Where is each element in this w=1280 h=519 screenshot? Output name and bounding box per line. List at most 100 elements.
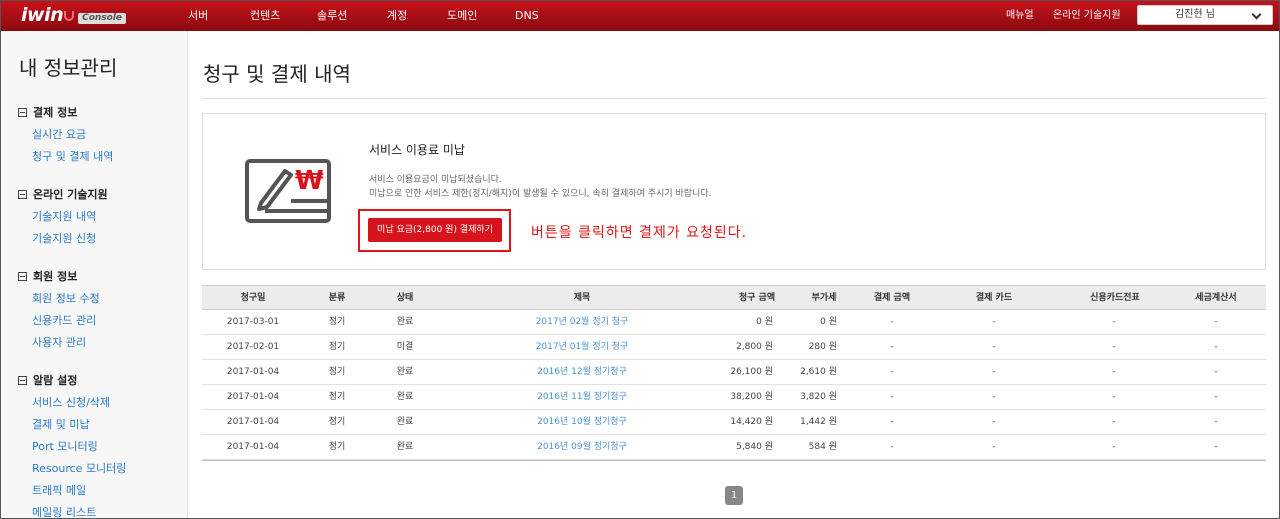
sidebar-item-service-request[interactable]: 서비스 신청/삭제: [32, 394, 110, 410]
cell-billing-amount: 0 원: [756, 317, 773, 327]
cell-card-receipt: -: [1112, 367, 1116, 377]
nav-dns[interactable]: DNS: [515, 1, 539, 31]
cell-subject-link[interactable]: 2016년 11월 정기청구: [522, 385, 642, 409]
cell-status: 완료: [396, 442, 414, 452]
annotation-text: 버튼을 클릭하면 결제가 요청된다.: [531, 225, 748, 241]
col-status: 상태: [396, 293, 414, 303]
top-navigation-bar: iwin Console 서버 컨텐츠 솔루션 계정 도메인 DNS 매뉴얼 온…: [1, 1, 1279, 31]
col-billing-date: 청구일: [240, 293, 266, 303]
col-tax-invoice: 세금계산서: [1195, 293, 1237, 303]
online-support-link[interactable]: 온라인 기술지원: [1053, 1, 1121, 31]
cell-paid-amount: -: [890, 317, 894, 327]
table-row: 2017-01-04 정기 완료 2016년 09월 정기청구 5,840 원 584 원…: [202, 435, 1266, 460]
table-row: 2017-01-04 정기 완료 2016년 12월 정기청구 26,100 원 2,61…: [202, 360, 1266, 385]
sidebar-group-label: 결제 정보: [33, 106, 78, 119]
cell-paid-amount: -: [890, 342, 894, 352]
cell-category: 정기: [328, 392, 346, 402]
collapse-icon: [18, 107, 27, 117]
cell-card-receipt: -: [1112, 417, 1116, 427]
sidebar-item-traffic-mail[interactable]: 트래픽 메일: [32, 482, 86, 498]
sidebar-item-billing-history[interactable]: 청구 및 결제 내역: [32, 148, 113, 164]
sidebar-item-support-history[interactable]: 기술지원 내역: [32, 208, 96, 224]
sidebar-group-billing[interactable]: 결제 정보: [18, 104, 77, 120]
sidebar-title: 내 정보관리: [19, 56, 118, 80]
cell-subject-link[interactable]: 2016년 10월 정기청구: [522, 410, 642, 434]
sidebar-group-support[interactable]: 온라인 기술지원: [18, 186, 108, 202]
sidebar-item-support-request[interactable]: 기술지원 신청: [32, 230, 96, 246]
cell-vat: 2,610 원: [800, 367, 837, 377]
nav-account[interactable]: 계정: [387, 1, 407, 31]
logo-text: iwin: [21, 4, 64, 26]
cell-billing-date: 2017-01-04: [226, 442, 280, 452]
sidebar-item-port-monitoring[interactable]: Port 모니터링: [32, 438, 98, 454]
sidebar-item-credit-card[interactable]: 신용카드 관리: [32, 312, 96, 328]
table-row: 2017-01-04 정기 완료 2016년 11월 정기청구 38,200 원 3,82…: [202, 385, 1266, 410]
manual-link[interactable]: 매뉴얼: [1006, 1, 1034, 31]
sidebar-group-label: 알람 설정: [33, 374, 78, 387]
table-header: 청구일 분류 상태 제목 청구 금액 부가세 결제 금액 결제 카드 신용카드전…: [202, 285, 1266, 310]
sidebar-group-member[interactable]: 회원 정보: [18, 268, 77, 284]
sidebar-item-payment-alarm[interactable]: 결제 및 미납: [32, 416, 90, 432]
cell-billing-amount: 2,800 원: [736, 342, 773, 352]
table-body: 2017-03-01 정기 완료 2017년 02월 정기 청구 0 원0 원----2…: [202, 310, 1266, 460]
sidebar-item-realtime-fee[interactable]: 실시간 요금: [32, 126, 86, 142]
cell-category: 정기: [328, 417, 346, 427]
user-menu-dropdown[interactable]: 김진현 님: [1137, 5, 1273, 25]
sidebar-group-label: 회원 정보: [33, 270, 78, 283]
cell-category: 정기: [328, 442, 346, 452]
cell-billing-amount: 26,100 원: [730, 367, 773, 377]
nav-solution[interactable]: 솔루션: [317, 1, 347, 31]
col-paid-amount: 결제 금액: [873, 293, 911, 303]
sidebar-item-edit-member[interactable]: 회원 정보 수정: [32, 290, 100, 306]
pagination-page[interactable]: 1: [725, 486, 743, 505]
cell-payment-card: -: [992, 317, 996, 327]
cell-billing-amount: 5,840 원: [736, 442, 773, 452]
unpaid-notice-panel: ₩ 서비스 이용료 미납 서비스 이용요금이 미납되셨습니다. 미납으로 인한 …: [202, 113, 1266, 270]
cell-paid-amount: -: [890, 392, 894, 402]
table-row: 2017-01-04 정기 완료 2016년 10월 정기청구 14,420 원 1,44…: [202, 410, 1266, 435]
sidebar-item-resource-monitoring[interactable]: Resource 모니터링: [32, 460, 126, 476]
svg-text:₩: ₩: [295, 166, 324, 196]
cell-subject-link[interactable]: 2016년 12월 정기청구: [522, 360, 642, 384]
col-card-receipt: 신용카드전표: [1090, 293, 1140, 303]
col-subject: 제목: [573, 293, 591, 303]
sidebar-group-alarm[interactable]: 알람 설정: [18, 372, 77, 388]
cell-category: 정기: [328, 317, 346, 327]
cell-payment-card: -: [992, 342, 996, 352]
nav-contents[interactable]: 컨텐츠: [250, 1, 280, 31]
cell-billing-date: 2017-01-04: [226, 367, 280, 377]
nav-server[interactable]: 서버: [188, 1, 208, 31]
cell-tax-invoice: -: [1214, 342, 1218, 352]
cell-payment-card: -: [992, 367, 996, 377]
logo[interactable]: iwin Console: [21, 4, 127, 26]
cell-status: 완료: [396, 317, 414, 327]
cell-paid-amount: -: [890, 442, 894, 452]
cell-subject-link[interactable]: 2017년 02월 정기 청구: [522, 310, 642, 334]
table-row: 2017-02-01 정기 미결 2017년 01월 정기 청구 2,800 원 280 …: [202, 335, 1266, 360]
cell-payment-card: -: [992, 392, 996, 402]
cell-category: 정기: [328, 342, 346, 352]
cell-vat: 584 원: [808, 442, 837, 452]
pay-unpaid-button[interactable]: 미납 요금(2,800 원) 결제하기: [368, 218, 502, 242]
cell-subject-link[interactable]: 2016년 09월 정기청구: [522, 435, 642, 459]
cell-paid-amount: -: [890, 367, 894, 377]
collapse-icon: [18, 189, 27, 199]
sidebar-item-users[interactable]: 사용자 관리: [32, 334, 86, 350]
col-billing-amount: 청구 금액: [738, 293, 776, 303]
table-row: 2017-03-01 정기 완료 2017년 02월 정기 청구 0 원 0 원 - - - -: [202, 310, 1266, 335]
cell-billing-date: 2017-01-04: [226, 392, 280, 402]
cell-vat: 280 원: [808, 342, 837, 352]
cell-card-receipt: -: [1112, 317, 1116, 327]
col-category: 분류: [328, 293, 346, 303]
cell-card-receipt: -: [1112, 442, 1116, 452]
sidebar-item-mailing-list[interactable]: 메일링 리스트: [32, 504, 96, 518]
cell-vat: 3,820 원: [800, 392, 837, 402]
cell-status: 미결: [396, 342, 414, 352]
nav-domain[interactable]: 도메인: [447, 1, 477, 31]
collapse-icon: [18, 375, 27, 385]
cell-tax-invoice: -: [1214, 442, 1218, 452]
collapse-icon: [18, 271, 27, 281]
cell-subject-link[interactable]: 2017년 01월 정기 청구: [522, 335, 642, 359]
cell-status: 완료: [396, 367, 414, 377]
notice-title: 서비스 이용료 미납: [369, 143, 465, 157]
